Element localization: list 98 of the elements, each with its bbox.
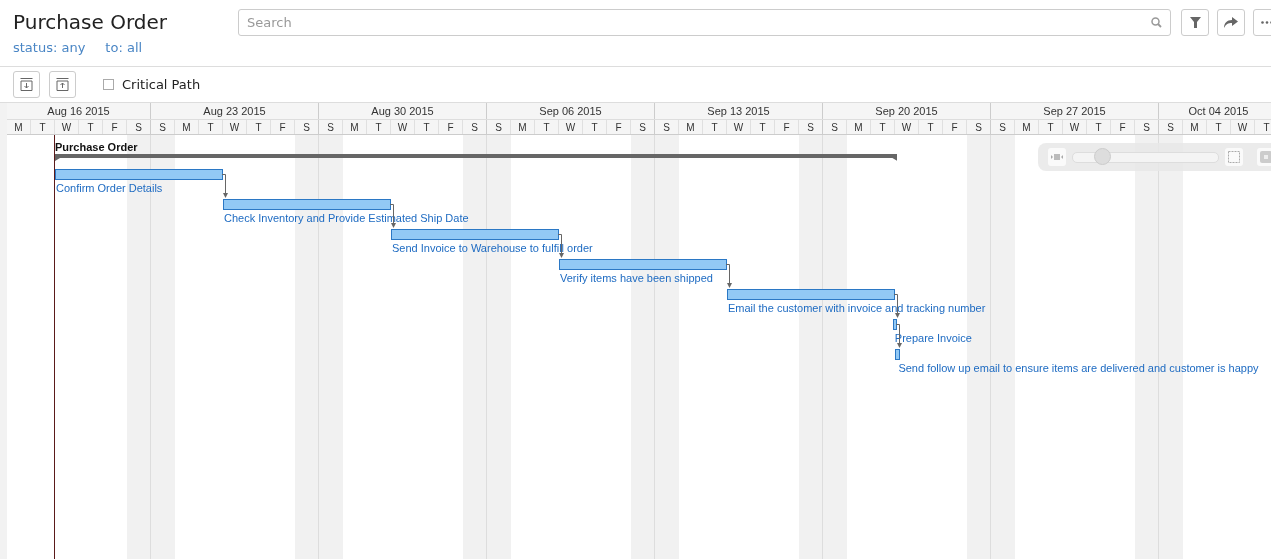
day-header: S xyxy=(823,120,847,134)
day-header: T xyxy=(199,120,223,134)
day-header: M xyxy=(1183,120,1207,134)
day-header: W xyxy=(55,120,79,134)
dependency-arrow xyxy=(726,264,732,289)
day-header: S xyxy=(295,120,319,134)
day-header: T xyxy=(1087,120,1111,134)
share-icon xyxy=(1224,17,1238,28)
day-header: T xyxy=(703,120,727,134)
page-title: Purchase Order xyxy=(13,9,168,35)
day-header: T xyxy=(751,120,775,134)
day-header: W xyxy=(895,120,919,134)
day-header: T xyxy=(247,120,271,134)
search-icon xyxy=(1151,17,1162,28)
day-header: T xyxy=(919,120,943,134)
day-header: S xyxy=(151,120,175,134)
reset-button[interactable] xyxy=(1257,148,1271,166)
task-label: Confirm Order Details xyxy=(56,182,163,194)
day-header: T xyxy=(79,120,103,134)
day-header: F xyxy=(439,120,463,134)
task-label: Send follow up email to ensure items are delivered and customer is happy xyxy=(898,362,1259,374)
task-bar[interactable] xyxy=(727,289,895,300)
day-header: S xyxy=(799,120,823,134)
fit-button[interactable] xyxy=(1048,148,1066,166)
day-header: S xyxy=(991,120,1015,134)
day-header: W xyxy=(223,120,247,134)
day-header: M xyxy=(175,120,199,134)
day-header: W xyxy=(559,120,583,134)
dependency-arrow xyxy=(222,174,228,199)
week-header: Aug 30 2015 xyxy=(319,103,487,119)
task-label: Verify items have been shipped xyxy=(560,272,713,284)
task-bar[interactable] xyxy=(391,229,559,240)
day-header: F xyxy=(943,120,967,134)
share-button[interactable] xyxy=(1217,9,1245,36)
week-header: Sep 27 2015 xyxy=(991,103,1159,119)
checkbox-icon[interactable] xyxy=(103,79,114,90)
filter-link[interactable]: to: all xyxy=(105,40,143,55)
day-header: T xyxy=(583,120,607,134)
week-header: Oct 04 2015 xyxy=(1159,103,1271,119)
day-header: S xyxy=(127,120,151,134)
filter-button[interactable] xyxy=(1181,9,1209,36)
tray-down-icon xyxy=(20,78,33,91)
day-header: W xyxy=(1063,120,1087,134)
day-header: F xyxy=(607,120,631,134)
project-label: Purchase Order xyxy=(55,141,138,153)
day-header: S xyxy=(463,120,487,134)
filter-link[interactable]: status: any xyxy=(13,40,86,55)
slider-thumb[interactable] xyxy=(1094,147,1111,165)
dashed-square-icon xyxy=(1228,151,1240,163)
zoom-slider[interactable] xyxy=(1072,151,1219,163)
day-header: S xyxy=(319,120,343,134)
day-header: S xyxy=(631,120,655,134)
day-header: W xyxy=(391,120,415,134)
day-header: F xyxy=(1111,120,1135,134)
day-header: T xyxy=(1207,120,1231,134)
day-header: T xyxy=(1255,120,1271,134)
day-header: M xyxy=(343,120,367,134)
day-header: T xyxy=(1039,120,1063,134)
fit-icon xyxy=(1051,153,1063,161)
day-header: F xyxy=(271,120,295,134)
day-header: S xyxy=(1135,120,1159,134)
day-header: M xyxy=(679,120,703,134)
week-header: Aug 16 2015 xyxy=(7,103,151,119)
day-header: F xyxy=(103,120,127,134)
day-header: T xyxy=(367,120,391,134)
day-header: S xyxy=(655,120,679,134)
critical-path-checkbox[interactable]: Critical Path xyxy=(103,77,201,92)
checkbox-label: Critical Path xyxy=(122,77,201,92)
day-header: F xyxy=(775,120,799,134)
filter-icon xyxy=(1189,17,1201,28)
day-header: W xyxy=(1231,120,1255,134)
day-header: S xyxy=(487,120,511,134)
day-header: M xyxy=(7,120,31,134)
day-header: T xyxy=(415,120,439,134)
task-bar[interactable] xyxy=(55,169,223,180)
tray-up-icon xyxy=(56,78,69,91)
task-bar[interactable] xyxy=(892,319,898,330)
day-header: S xyxy=(1159,120,1183,134)
day-header: W xyxy=(727,120,751,134)
upload-button[interactable] xyxy=(49,71,76,98)
task-bar[interactable] xyxy=(559,259,727,270)
week-header: Sep 13 2015 xyxy=(655,103,823,119)
week-header: Sep 20 2015 xyxy=(823,103,991,119)
day-header: T xyxy=(535,120,559,134)
day-header: T xyxy=(871,120,895,134)
day-header: M xyxy=(847,120,871,134)
task-bar[interactable] xyxy=(223,199,391,210)
search-field[interactable]: Search xyxy=(238,9,1171,36)
day-header: T xyxy=(31,120,55,134)
week-header: Sep 06 2015 xyxy=(487,103,655,119)
day-header: M xyxy=(1015,120,1039,134)
task-bar[interactable] xyxy=(895,349,900,360)
week-header: Aug 23 2015 xyxy=(151,103,319,119)
day-header: M xyxy=(511,120,535,134)
select-area-button[interactable] xyxy=(1225,148,1243,166)
more-icon xyxy=(1261,21,1271,24)
day-header: S xyxy=(967,120,991,134)
download-button[interactable] xyxy=(13,71,40,98)
